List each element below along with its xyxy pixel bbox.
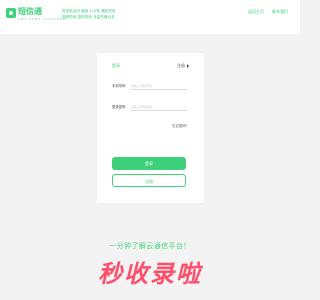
forgot-password-link[interactable]: 忘记密码？ <box>172 123 189 129</box>
phone-input[interactable] <box>130 82 187 90</box>
promo-tagline: 一分钟了解云通信平台！ <box>109 242 191 250</box>
logo-text-group: 短信通 SMS TONG PLATFORM <box>18 7 66 22</box>
chevron-right-icon <box>187 64 189 68</box>
header-slogan: 短信验证码 营销 110条 通知短信 视频短信 国际短信 流量充值业务 <box>62 8 115 20</box>
contact-link[interactable]: 联系我们 <box>272 9 288 15</box>
password-input[interactable] <box>130 103 187 111</box>
phone-row: 手机号码 <box>112 82 189 91</box>
login-card: 登录 注册 手机号码 登录密码 忘记密码？ 登录 注册 <box>97 53 204 203</box>
phone-label: 手机号码 <box>112 84 126 88</box>
register-link-label: 注册 <box>177 63 185 68</box>
site-logo[interactable]: 短信通 SMS TONG PLATFORM <box>6 7 66 22</box>
logo-subtitle: SMS TONG PLATFORM <box>18 17 67 21</box>
home-link[interactable]: 返回主页 <box>248 9 264 15</box>
header-links: 返回主页 联系我们 <box>248 9 288 15</box>
password-label: 登录密码 <box>112 105 126 109</box>
password-row: 登录密码 <box>112 103 189 112</box>
top-header: 短信通 SMS TONG PLATFORM 短信验证码 营销 110条 通知短信… <box>0 0 300 34</box>
slogan-line: 视频短信 国际短信 流量充值业务 <box>62 15 115 19</box>
register-button[interactable]: 注册 <box>112 174 186 187</box>
login-button[interactable]: 登录 <box>112 157 186 170</box>
login-title: 登录 <box>112 63 120 68</box>
logo-icon <box>6 8 16 18</box>
register-link[interactable]: 注册 <box>177 63 189 69</box>
logo-text: 短信通 <box>18 7 42 16</box>
promo-headline: 秒收录啦 <box>98 260 202 288</box>
